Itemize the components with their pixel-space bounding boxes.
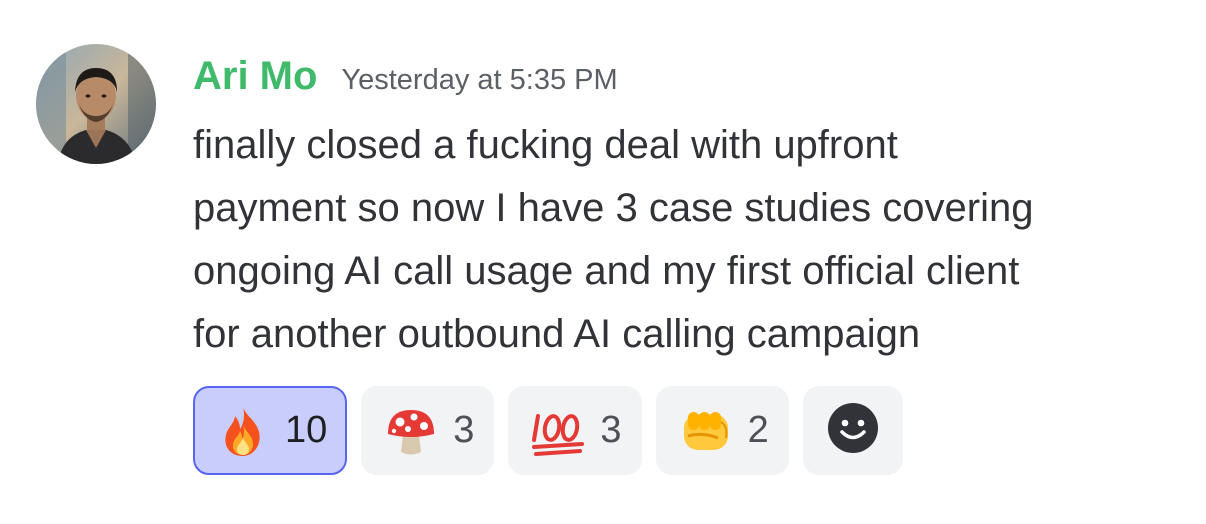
reaction-count: 3 (453, 409, 475, 451)
oncoming-fist-emoji-icon (678, 403, 734, 459)
reaction-count: 3 (600, 409, 622, 451)
hundred-points-emoji-icon (530, 403, 586, 459)
author-name[interactable]: Ari Mo (193, 54, 317, 99)
reaction-count: 10 (285, 409, 328, 451)
smiley-add-icon (827, 402, 879, 459)
message-line: ongoing AI call usage and my first offic… (193, 249, 1020, 293)
reaction-oncoming-fist[interactable]: 2 (655, 386, 789, 475)
fire-emoji-icon (215, 403, 271, 459)
message-line: finally closed a fucking deal with upfro… (193, 123, 898, 167)
message-timestamp: Yesterday at 5:35 PM (341, 64, 618, 96)
reaction-fire[interactable]: 10 (193, 386, 348, 475)
reaction-mushroom[interactable]: 3 (361, 386, 495, 475)
message-line: for another outbound AI calling campaign (193, 312, 921, 356)
message-line: payment so now I have 3 case studies cov… (193, 186, 1034, 230)
chat-message: Ari Mo Yesterday at 5:35 PM finally clos… (0, 0, 1206, 524)
message-header: Ari Mo Yesterday at 5:35 PM (193, 54, 618, 110)
avatar[interactable] (36, 44, 156, 164)
message-content: finally closed a fucking deal with upfro… (193, 114, 1183, 366)
reaction-count: 2 (747, 409, 769, 451)
reaction-bar: 10 3 3 2 (193, 386, 903, 475)
user-avatar-image (36, 44, 156, 164)
reaction-hundred-points[interactable]: 3 (508, 386, 642, 475)
mushroom-emoji-icon (383, 403, 439, 459)
add-reaction-button[interactable] (802, 386, 903, 475)
